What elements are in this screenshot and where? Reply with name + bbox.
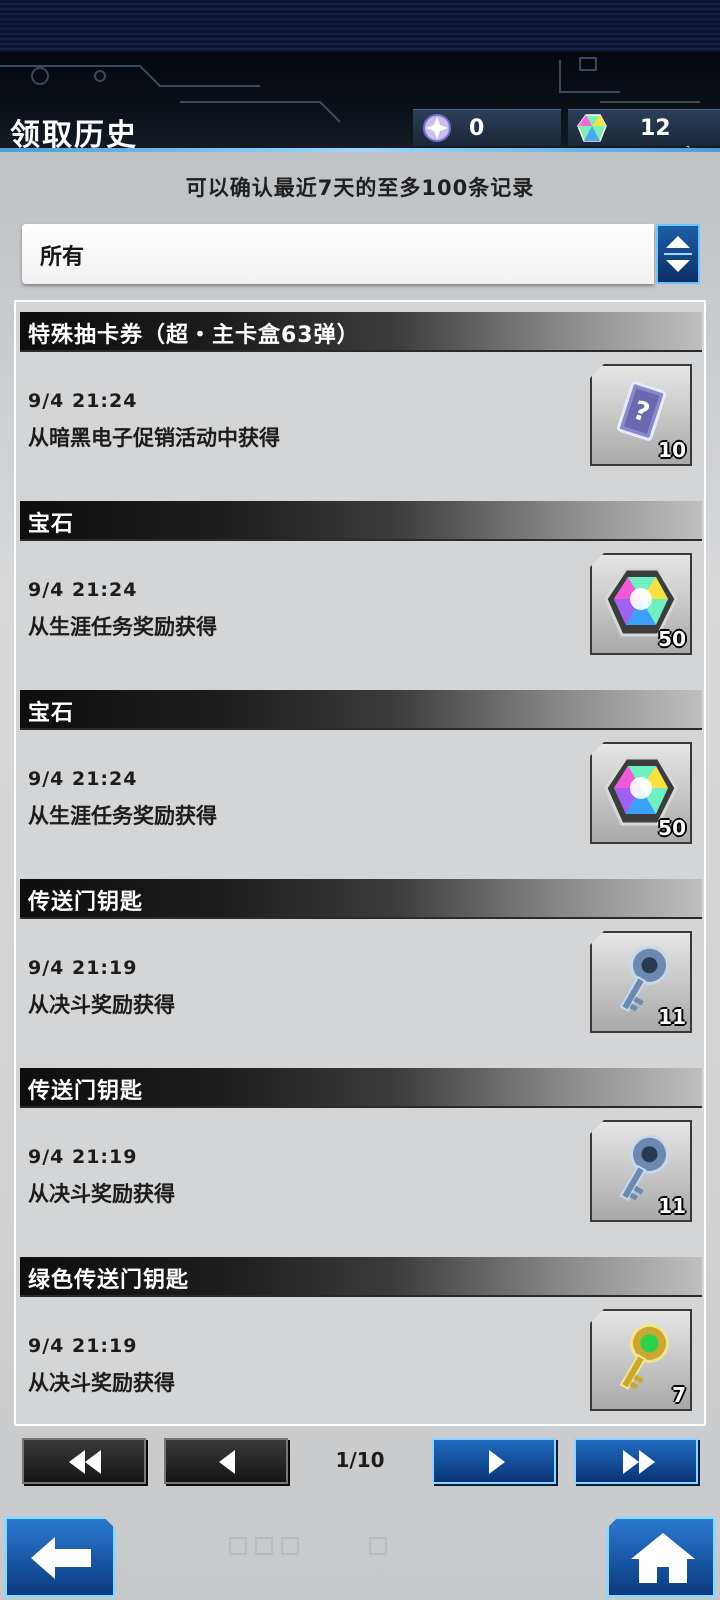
orb-currency: 0 bbox=[413, 109, 561, 146]
gem-currency: 12 bbox=[568, 109, 720, 146]
entry-source: 从决斗奖励获得 bbox=[28, 1182, 175, 1206]
up-down-arrows-icon bbox=[664, 236, 692, 272]
left-arrow-icon bbox=[219, 1450, 235, 1474]
list-item: 宝石 9/4 21:24 从生涯任务奖励获得 50 bbox=[16, 491, 704, 680]
entry-title: 特殊抽卡券（超・主卡盒63弹） bbox=[28, 323, 360, 348]
item-thumbnail[interactable]: ? 10 bbox=[590, 364, 692, 466]
entry-title: 传送门钥匙 bbox=[28, 1079, 144, 1104]
entry-source: 从生涯任务奖励获得 bbox=[28, 804, 217, 828]
filter-dropdown[interactable]: 所有 bbox=[22, 224, 654, 284]
list-item: 绿色传送门钥匙 9/4 21:19 从决斗奖励获得 7 bbox=[16, 1247, 704, 1424]
double-left-arrow-icon bbox=[69, 1450, 101, 1474]
orb-count: 0 bbox=[469, 116, 485, 141]
entry-header: 传送门钥匙 bbox=[20, 879, 702, 919]
home-button[interactable] bbox=[606, 1516, 716, 1598]
background-decoration bbox=[229, 1537, 387, 1555]
entry-header: 特殊抽卡券（超・主卡盒63弹） bbox=[20, 312, 702, 352]
gem-icon bbox=[577, 114, 607, 142]
entry-time: 9/4 21:24 bbox=[28, 579, 138, 601]
page-indicator: 1/10 bbox=[335, 1448, 385, 1472]
entry-time: 9/4 21:19 bbox=[28, 957, 138, 979]
item-quantity: 50 bbox=[658, 627, 686, 651]
entry-source: 从决斗奖励获得 bbox=[28, 993, 175, 1017]
entry-source: 从暗黑电子促销活动中获得 bbox=[28, 426, 280, 450]
double-right-arrow-icon bbox=[623, 1450, 655, 1474]
entry-title: 绿色传送门钥匙 bbox=[28, 1268, 190, 1293]
status-bar bbox=[0, 0, 720, 52]
history-list[interactable]: 特殊抽卡券（超・主卡盒63弹） 9/4 21:24 从暗黑电子促销活动中获得 ?… bbox=[14, 300, 706, 1426]
entry-title: 宝石 bbox=[28, 512, 75, 537]
back-arrow-icon bbox=[31, 1537, 91, 1579]
gem-count: 12 bbox=[640, 116, 671, 141]
entry-time: 9/4 21:24 bbox=[28, 768, 138, 790]
entry-header: 宝石 bbox=[20, 690, 702, 730]
orb-icon bbox=[423, 114, 451, 142]
last-page-button[interactable] bbox=[574, 1438, 698, 1484]
list-item: 传送门钥匙 9/4 21:19 从决斗奖励获得 11 bbox=[16, 869, 704, 1058]
home-icon bbox=[631, 1533, 695, 1583]
entry-header: 宝石 bbox=[20, 501, 702, 541]
item-quantity: 11 bbox=[658, 1194, 686, 1218]
item-thumbnail[interactable]: 11 bbox=[590, 931, 692, 1033]
item-thumbnail[interactable]: 11 bbox=[590, 1120, 692, 1222]
entry-time: 9/4 21:19 bbox=[28, 1146, 138, 1168]
entry-time: 9/4 21:19 bbox=[28, 1335, 138, 1357]
list-item: 宝石 9/4 21:24 从生涯任务奖励获得 50 bbox=[16, 680, 704, 869]
item-quantity: 10 bbox=[658, 438, 686, 462]
right-arrow-icon bbox=[489, 1450, 505, 1474]
history-notice: 可以确认最近7天的至多100条记录 bbox=[185, 176, 535, 200]
item-quantity: 50 bbox=[658, 816, 686, 840]
item-quantity: 7 bbox=[672, 1383, 686, 1407]
next-page-button[interactable] bbox=[432, 1438, 556, 1484]
entry-source: 从决斗奖励获得 bbox=[28, 1371, 175, 1395]
list-item: 特殊抽卡券（超・主卡盒63弹） 9/4 21:24 从暗黑电子促销活动中获得 ?… bbox=[16, 302, 704, 491]
entry-source: 从生涯任务奖励获得 bbox=[28, 615, 217, 639]
entry-time: 9/4 21:24 bbox=[28, 390, 138, 412]
item-thumbnail[interactable]: 50 bbox=[590, 742, 692, 844]
entry-header: 传送门钥匙 bbox=[20, 1068, 702, 1108]
item-quantity: 11 bbox=[658, 1005, 686, 1029]
page-title: 领取历史 bbox=[10, 118, 138, 150]
back-button[interactable] bbox=[4, 1516, 116, 1598]
list-item: 传送门钥匙 9/4 21:19 从决斗奖励获得 11 bbox=[16, 1058, 704, 1247]
first-page-button[interactable] bbox=[22, 1438, 146, 1484]
item-thumbnail[interactable]: 50 bbox=[590, 553, 692, 655]
entry-title: 传送门钥匙 bbox=[28, 890, 144, 915]
green-gate-key-icon bbox=[619, 1323, 669, 1390]
filter-selected: 所有 bbox=[40, 245, 85, 270]
entry-title: 宝石 bbox=[28, 701, 75, 726]
filter-toggle-button[interactable] bbox=[656, 224, 700, 284]
prev-page-button[interactable] bbox=[164, 1438, 288, 1484]
item-thumbnail[interactable]: 7 bbox=[590, 1309, 692, 1411]
entry-header: 绿色传送门钥匙 bbox=[20, 1257, 702, 1297]
